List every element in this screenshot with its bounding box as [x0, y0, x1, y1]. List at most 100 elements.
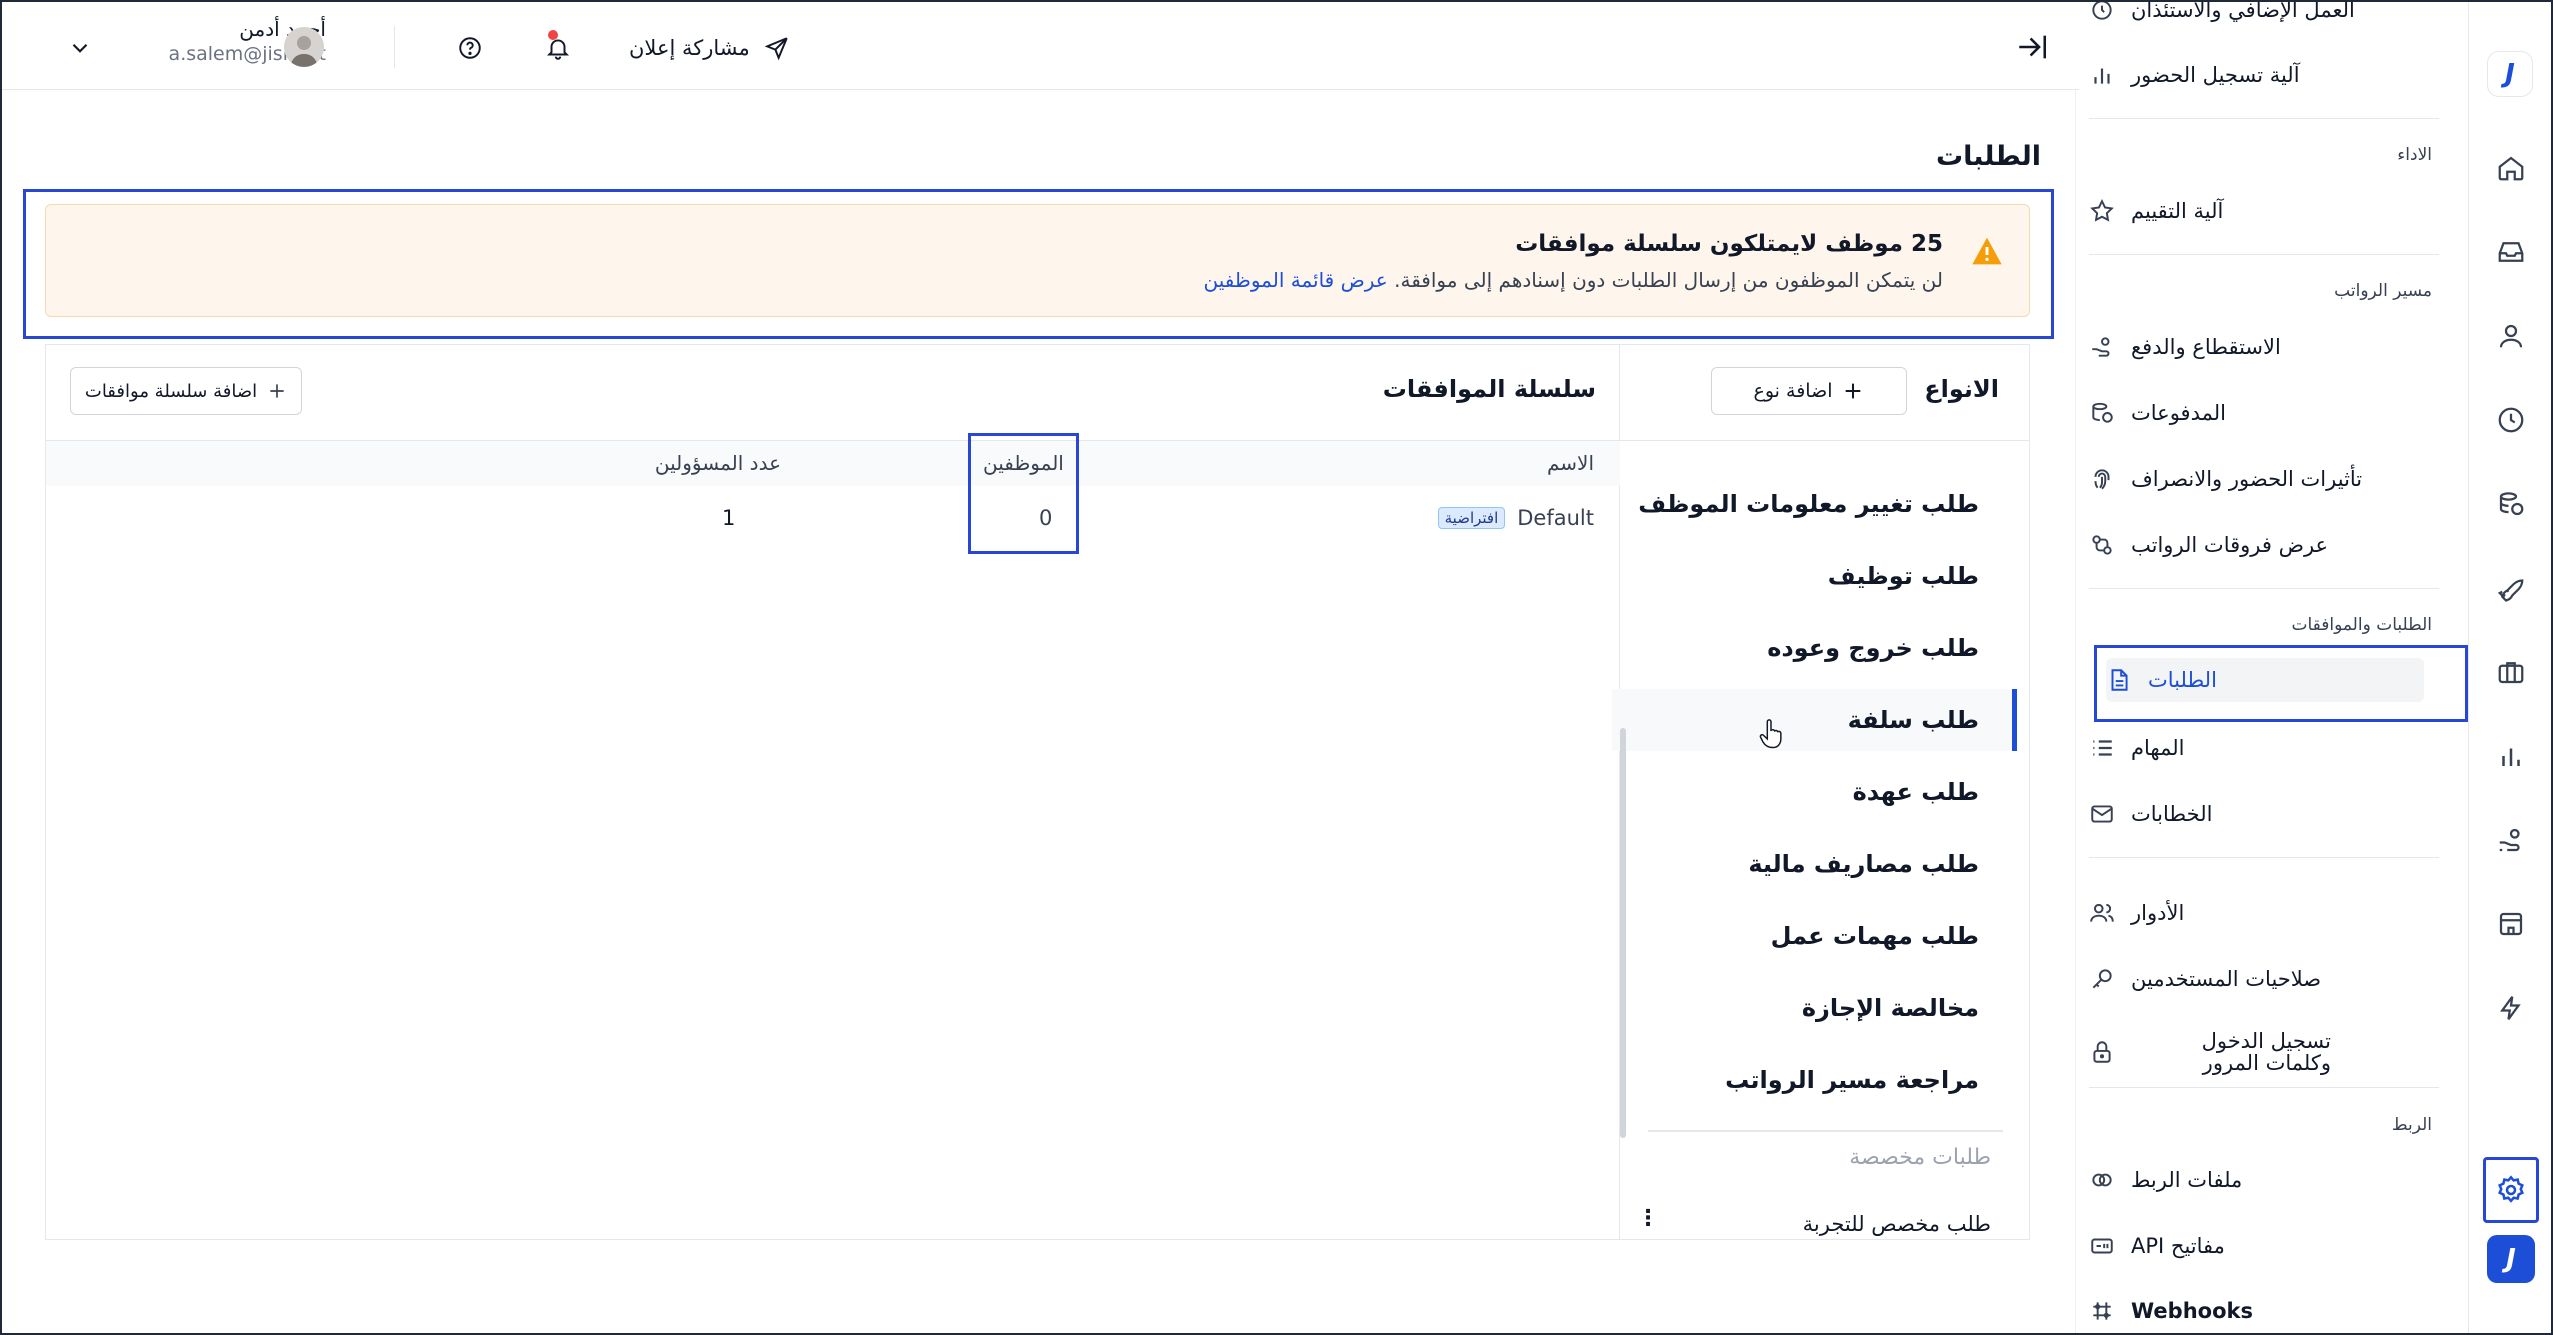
sidebar-item-requests[interactable]: الطلبات: [2106, 658, 2424, 702]
coins-icon[interactable]: [2487, 480, 2535, 528]
collapse-sidebar-icon[interactable]: [2012, 27, 2052, 67]
more-icon[interactable]: ⋮: [1637, 1206, 1659, 1236]
list-item-type[interactable]: طلب عهدة: [1612, 761, 2017, 823]
view-employees-link[interactable]: عرض قائمة الموظفين: [1204, 268, 1388, 292]
plus-icon: [1846, 383, 1861, 399]
divider: [1648, 1130, 2003, 1132]
sidebar-item-label: صلاحيات المستخدمين: [2131, 967, 2322, 991]
sidebar-item-payments[interactable]: المدفوعات: [2089, 391, 2439, 435]
sidebar-item-attendance-mechanism[interactable]: آلية تسجيل الحضور: [2089, 53, 2439, 97]
briefcase-icon[interactable]: [2487, 648, 2535, 696]
add-approval-chain-button[interactable]: اضافة سلسلة موافقات: [70, 367, 302, 415]
settings-sidebar: العمل الإضافي والاستئذان آلية تسجيل الحض…: [2075, 0, 2468, 1333]
user-icon[interactable]: [2487, 312, 2535, 360]
lock-icon: [2089, 1039, 2115, 1065]
sidebar-item-login[interactable]: تسجيل الدخول وكلمات المرور: [2089, 1022, 2439, 1082]
settings-icon[interactable]: [2483, 1157, 2539, 1223]
chain-title: سلسلة الموافقات: [1382, 375, 1596, 403]
sidebar-item-label: العمل الإضافي والاستئذان: [2131, 0, 2355, 22]
lightning-icon[interactable]: [2487, 984, 2535, 1032]
notifications-button[interactable]: [538, 28, 578, 68]
help-icon[interactable]: [450, 28, 490, 68]
sidebar-item-label: الطلبات: [2148, 668, 2217, 692]
sidebar-item-webhooks[interactable]: Webhooks: [2089, 1289, 2439, 1333]
send-icon: [764, 37, 788, 61]
sidebar-item-label: تأثيرات الحضور والانصراف: [2131, 467, 2363, 491]
section-heading-integration: الربط: [2391, 1115, 2432, 1135]
divider: [2089, 118, 2439, 119]
type-label: طلب مهمات عمل: [1770, 922, 1979, 950]
plus-icon: [270, 384, 284, 398]
document-icon: [2106, 667, 2132, 693]
chevron-down-icon[interactable]: [60, 28, 100, 68]
scrollbar[interactable]: [1620, 728, 1626, 1138]
list-item-type[interactable]: طلب خروج وعوده: [1612, 617, 2017, 679]
list-item-type-selected[interactable]: طلب سلفة: [1612, 689, 2017, 751]
types-title: الانواع: [1924, 375, 1999, 403]
sidebar-item-roles[interactable]: الأدوار: [2089, 891, 2439, 935]
sidebar-item-label: آلية التقييم: [2131, 199, 2224, 223]
sidebar-item-label: الاستقطاع والدفع: [2131, 335, 2281, 359]
top-bar: مشاركة إعلان أحمد أدمن a.salem@jisr.net: [2, 2, 2079, 90]
bar-chart-icon[interactable]: [2487, 732, 2535, 780]
alert-text-line: لن يتمكن الموظفون من إرسال الطلبات دون إ…: [1204, 268, 1943, 292]
types-panel: الانواع اضافة نوع طلب تغيير معلومات المو…: [1612, 345, 2029, 1239]
list-item-type[interactable]: طلب مصاريف مالية: [1612, 833, 2017, 895]
list-item-custom-type[interactable]: طلب مخصص للتجربة ⋮: [1631, 1202, 1991, 1236]
fingerprint-icon: [2089, 466, 2115, 492]
clock-icon[interactable]: [2487, 396, 2535, 444]
hand-coin-icon[interactable]: [2487, 816, 2535, 864]
column-header-name: الاسم: [1546, 451, 1594, 475]
sidebar-item-deductions[interactable]: الاستقطاع والدفع: [2089, 325, 2439, 369]
divider: [2089, 857, 2439, 858]
share-label: مشاركة إعلان: [629, 36, 750, 60]
sidebar-item-api-keys[interactable]: مفاتيح API: [2089, 1224, 2439, 1268]
sidebar-item-overtime[interactable]: العمل الإضافي والاستئذان: [2089, 0, 2439, 32]
webhook-icon: [2089, 1298, 2115, 1324]
sidebar-item-evaluation[interactable]: آلية التقييم: [2089, 189, 2439, 233]
jisr-logo-icon[interactable]: J: [2487, 51, 2533, 97]
sidebar-item-label: مفاتيح API: [2131, 1234, 2225, 1258]
sidebar-item-payroll-diff[interactable]: عرض فروقات الرواتب: [2089, 523, 2439, 567]
app-window: { "header": { "user_name": "أحمد أدمن", …: [0, 0, 2553, 1335]
cycle-icon: [2089, 532, 2115, 558]
type-label: طلب مخصص للتجربة: [1802, 1212, 1991, 1236]
add-type-label: اضافة نوع: [1753, 380, 1833, 402]
divider: [394, 26, 395, 68]
building-icon[interactable]: [2487, 900, 2535, 948]
hand-coin-icon: [2089, 334, 2115, 360]
list-item-type[interactable]: طلب تغيير معلومات الموظف: [1612, 473, 2017, 535]
home-icon[interactable]: [2487, 144, 2535, 192]
hand-cursor-icon: [1758, 718, 1784, 750]
table-row[interactable]: Default افتراضية 0 1: [46, 486, 1620, 552]
list-item-type[interactable]: طلب مهمات عمل: [1612, 905, 2017, 967]
sidebar-item-integration-files[interactable]: ملفات الربط: [2089, 1158, 2439, 1202]
default-badge: افتراضية: [1437, 507, 1506, 529]
sidebar-item-attendance-effects[interactable]: تأثيرات الحضور والانصراف: [2089, 457, 2439, 501]
jisr-app-icon[interactable]: J: [2487, 1235, 2535, 1283]
add-type-button[interactable]: اضافة نوع: [1711, 367, 1907, 415]
custom-requests-heading: طلبات مخصصة: [1849, 1145, 1991, 1170]
alert-text: لن يتمكن الموظفون من إرسال الطلبات دون إ…: [1394, 268, 1943, 292]
type-label: طلب تغيير معلومات الموظف: [1638, 490, 1979, 518]
chain-name-cell: Default افتراضية: [1437, 506, 1594, 530]
link-icon: [2089, 1167, 2115, 1193]
add-chain-label: اضافة سلسلة موافقات: [84, 380, 258, 402]
avatar[interactable]: [284, 27, 324, 67]
list-item-type[interactable]: طلب توظيف: [1612, 545, 2017, 607]
divider: [2089, 588, 2439, 589]
list-item-type[interactable]: مراجعة مسير الرواتب: [1612, 1049, 2017, 1111]
highlight-box: [968, 433, 1079, 554]
sidebar-item-label: المهام: [2131, 736, 2185, 760]
sidebar-item-letters[interactable]: الخطابات: [2089, 792, 2439, 836]
sidebar-item-permissions[interactable]: صلاحيات المستخدمين: [2089, 957, 2439, 1001]
inbox-icon[interactable]: [2487, 228, 2535, 276]
notification-dot: [548, 30, 558, 40]
list-item-type[interactable]: مخالصة الإجازة: [1612, 977, 2017, 1039]
rocket-icon[interactable]: [2487, 564, 2535, 612]
sidebar-item-tasks[interactable]: المهام: [2089, 726, 2439, 770]
share-announcement-button[interactable]: مشاركة إعلان: [629, 28, 790, 68]
table-header: الاسم الموظفين عدد المسؤولين: [46, 440, 1620, 486]
sidebar-item-label: Webhooks: [2131, 1299, 2253, 1323]
warning-icon: [1970, 234, 2004, 268]
